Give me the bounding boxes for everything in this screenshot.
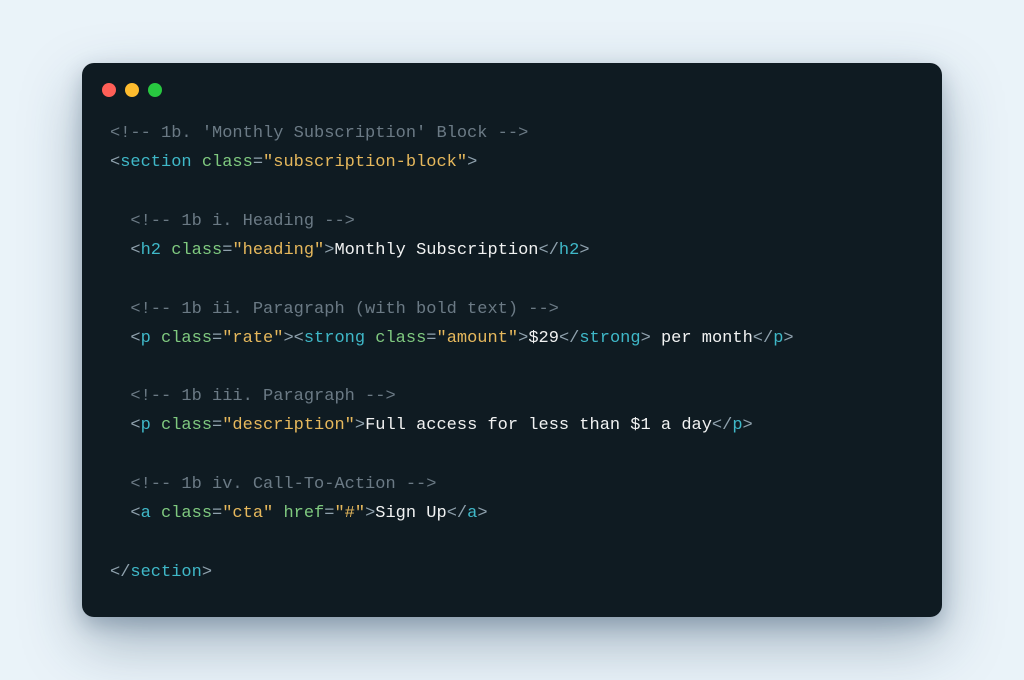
code-token-text: [273, 504, 283, 523]
page-stage: <!-- 1b. 'Monthly Subscription' Block --…: [0, 0, 1024, 680]
traffic-light-minimize-icon[interactable]: [125, 83, 139, 97]
code-token-op: =: [253, 153, 263, 172]
code-token-indent: [110, 416, 130, 435]
code-token-tag: h2: [559, 241, 579, 260]
window-titlebar: [82, 83, 942, 119]
code-token-punct: >: [579, 241, 589, 260]
code-token-punct: >: [202, 563, 212, 582]
code-token-indent: [110, 212, 130, 231]
code-token-punct: <: [110, 153, 120, 172]
code-token-attr: class: [171, 241, 222, 260]
code-token-punct: >: [283, 329, 293, 348]
code-token-string: "subscription-block": [263, 153, 467, 172]
code-token-op: =: [212, 416, 222, 435]
traffic-light-close-icon[interactable]: [102, 83, 116, 97]
code-token-tag: a: [467, 504, 477, 523]
code-token-text: Full access for less than $1 a day: [365, 416, 712, 435]
code-token-indent: [110, 504, 130, 523]
code-token-punct: </: [110, 563, 130, 582]
code-token-attr: class: [375, 329, 426, 348]
code-token-tag: h2: [141, 241, 161, 260]
code-token-text: Monthly Subscription: [334, 241, 538, 260]
code-token-string: "heading": [232, 241, 324, 260]
code-token-string: "rate": [222, 329, 283, 348]
code-block: <!-- 1b. 'Monthly Subscription' Block --…: [82, 119, 942, 587]
code-token-text: [365, 329, 375, 348]
code-token-text: Sign Up: [375, 504, 446, 523]
code-token-op: =: [426, 329, 436, 348]
code-token-tag: p: [141, 416, 151, 435]
code-token-text: [161, 241, 171, 260]
code-token-indent: [110, 475, 130, 494]
traffic-light-zoom-icon[interactable]: [148, 83, 162, 97]
code-window: <!-- 1b. 'Monthly Subscription' Block --…: [82, 63, 942, 617]
code-token-attr: class: [161, 504, 212, 523]
code-token-text: [192, 153, 202, 172]
code-token-punct: >: [518, 329, 528, 348]
code-token-op: =: [222, 241, 232, 260]
code-token-string: "cta": [222, 504, 273, 523]
code-token-punct: <: [130, 416, 140, 435]
code-token-punct: >: [467, 153, 477, 172]
code-token-comment: <!-- 1b i. Heading -->: [130, 212, 354, 231]
code-token-indent: [110, 387, 130, 406]
code-token-string: "description": [222, 416, 355, 435]
code-token-tag: p: [141, 329, 151, 348]
code-token-tag: p: [732, 416, 742, 435]
code-token-text: $29: [528, 329, 559, 348]
code-token-indent: [110, 241, 130, 260]
code-token-punct: >: [477, 504, 487, 523]
code-token-punct: >: [743, 416, 753, 435]
code-token-attr: class: [161, 329, 212, 348]
code-token-comment: <!-- 1b iv. Call-To-Action -->: [130, 475, 436, 494]
code-token-text: [151, 416, 161, 435]
code-token-punct: <: [130, 329, 140, 348]
code-token-attr: class: [161, 416, 212, 435]
code-token-tag: p: [773, 329, 783, 348]
code-token-attr: class: [202, 153, 253, 172]
code-token-comment: <!-- 1b ii. Paragraph (with bold text) -…: [130, 300, 558, 319]
code-token-comment: <!-- 1b iii. Paragraph -->: [130, 387, 395, 406]
code-token-punct: </: [753, 329, 773, 348]
code-token-op: =: [324, 504, 334, 523]
code-token-text: [151, 504, 161, 523]
code-token-tag: strong: [304, 329, 365, 348]
code-token-text: [151, 329, 161, 348]
code-token-tag: section: [130, 563, 201, 582]
code-token-punct: >: [783, 329, 793, 348]
code-token-string: "#": [334, 504, 365, 523]
code-token-punct: >: [324, 241, 334, 260]
code-token-tag: section: [120, 153, 191, 172]
code-token-punct: </: [539, 241, 559, 260]
code-token-tag: strong: [579, 329, 640, 348]
code-token-punct: >: [355, 416, 365, 435]
code-token-punct: <: [294, 329, 304, 348]
code-token-punct: </: [559, 329, 579, 348]
code-token-punct: <: [130, 241, 140, 260]
code-token-punct: >: [641, 329, 651, 348]
code-token-op: =: [212, 504, 222, 523]
code-token-op: =: [212, 329, 222, 348]
code-token-punct: </: [447, 504, 467, 523]
code-token-attr: href: [283, 504, 324, 523]
code-token-indent: [110, 300, 130, 319]
code-token-punct: >: [365, 504, 375, 523]
code-token-punct: <: [130, 504, 140, 523]
code-token-indent: [110, 329, 130, 348]
code-token-string: "amount": [437, 329, 519, 348]
code-token-text: per month: [651, 329, 753, 348]
code-token-comment: <!-- 1b. 'Monthly Subscription' Block --…: [110, 124, 528, 143]
code-token-tag: a: [141, 504, 151, 523]
code-token-punct: </: [712, 416, 732, 435]
